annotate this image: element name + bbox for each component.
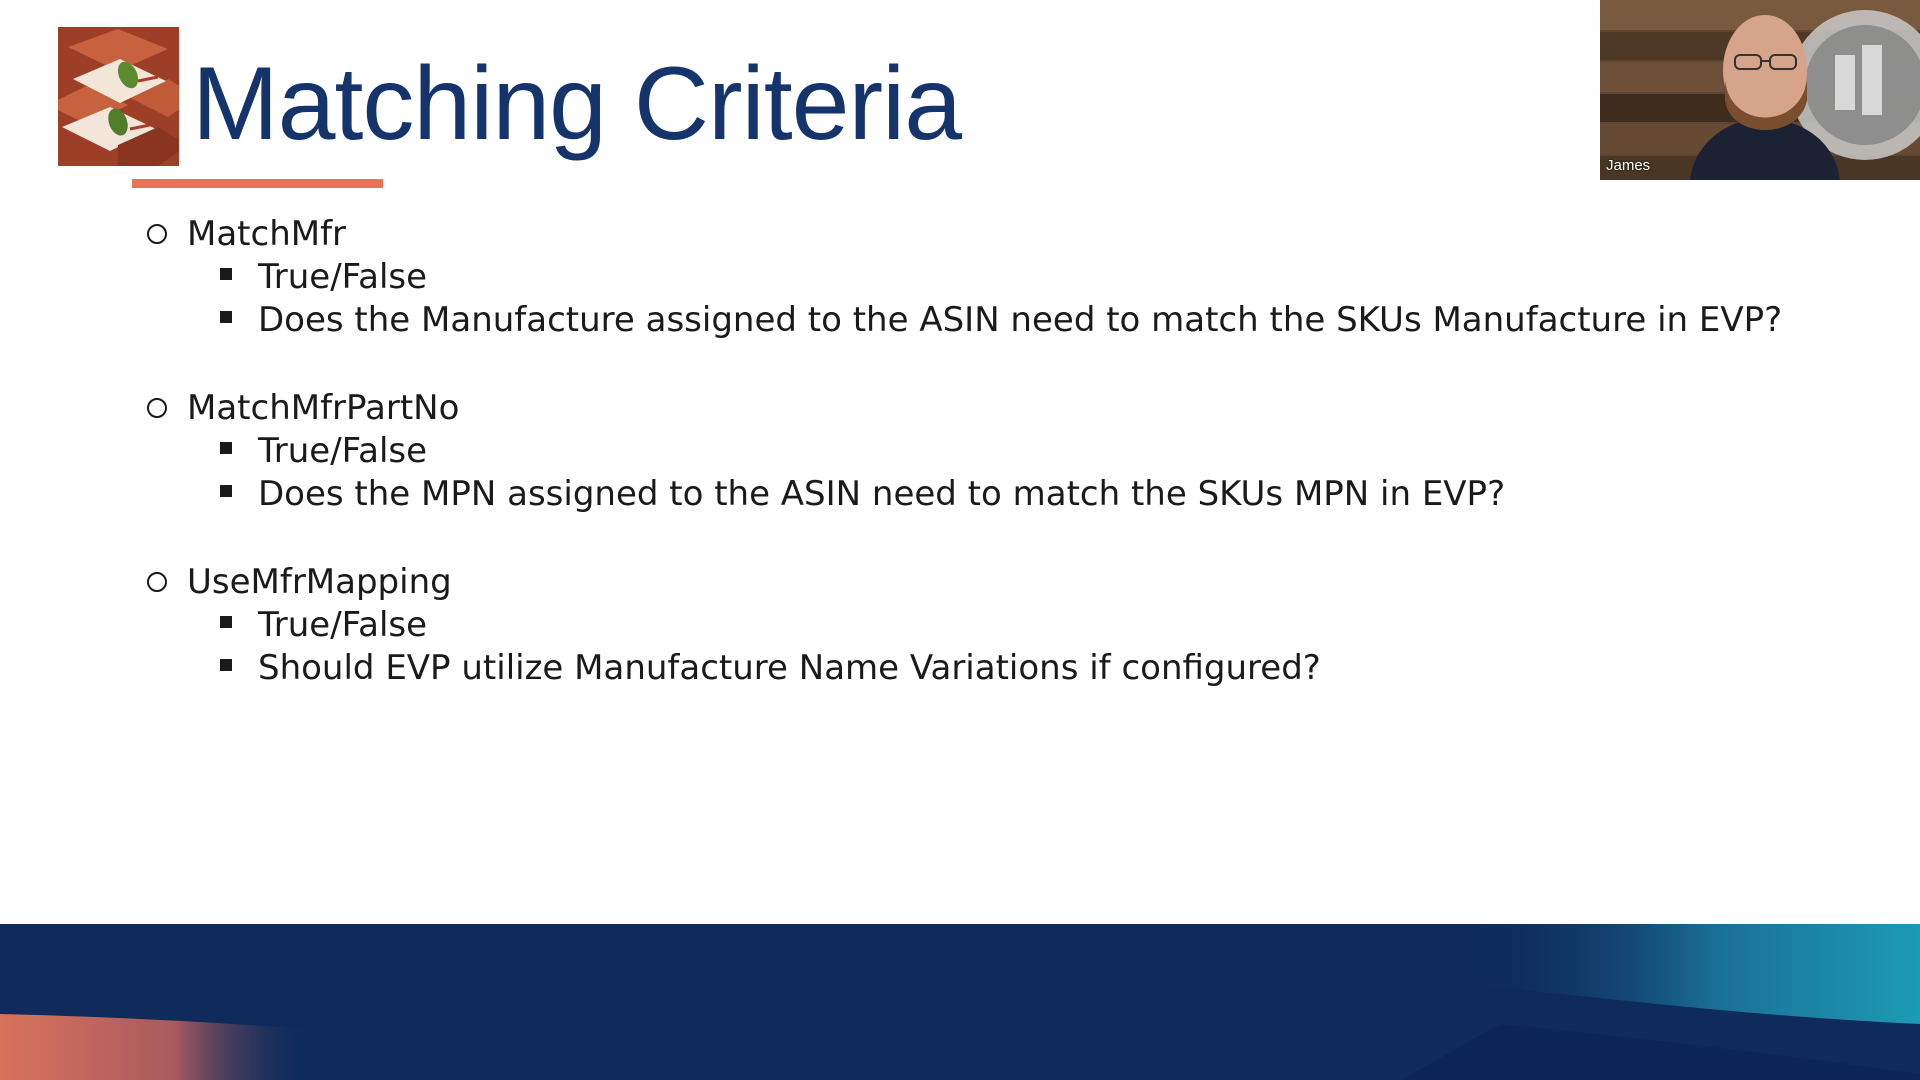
presentation-slide: Matching Criteria MatchMfr True/False Do… — [0, 0, 1920, 1080]
list-item-text: True/False — [258, 257, 428, 297]
list-item: True/False — [220, 256, 1704, 299]
section-label: MatchMfrPartNo — [187, 388, 460, 428]
square-bullet-icon — [220, 658, 232, 671]
list-item: Does the Manufacture assigned to the ASI… — [220, 299, 1782, 342]
slide-title: Matching Criteria — [192, 46, 962, 162]
participant-name: James — [1606, 157, 1651, 174]
list-item-text: True/False — [258, 605, 428, 645]
section-label: MatchMfr — [187, 214, 347, 254]
title-underline — [132, 179, 383, 188]
list-item: Should EVP utilize Manufacture Name Vari… — [220, 647, 1704, 690]
circle-bullet-icon — [147, 572, 167, 592]
square-bullet-icon — [220, 615, 232, 628]
list-item-text: Does the Manufacture assigned to the ASI… — [258, 300, 1783, 340]
list-item: True/False — [220, 604, 1704, 647]
list-item: Does the MPN assigned to the ASIN need t… — [220, 473, 1704, 516]
logo-image — [58, 27, 179, 166]
decorative-footer-band — [0, 924, 1920, 1080]
section-usemfrmapping: UseMfrMapping True/False Should EVP util… — [144, 560, 1704, 690]
section-label: UseMfrMapping — [187, 562, 452, 602]
section-matchmfrpartno: MatchMfrPartNo True/False Does the MPN a… — [144, 386, 1704, 516]
list-item-text: Should EVP utilize Manufacture Name Vari… — [258, 648, 1321, 688]
square-bullet-icon — [220, 310, 232, 323]
list-item-text: Does the MPN assigned to the ASIN need t… — [258, 474, 1506, 514]
square-bullet-icon — [220, 441, 232, 454]
webcam-video: James — [1600, 0, 1920, 180]
section-matchmfr: MatchMfr True/False Does the Manufacture… — [144, 212, 1782, 342]
list-item: True/False — [220, 430, 1704, 473]
circle-bullet-icon — [147, 224, 167, 244]
list-item-text: True/False — [258, 431, 428, 471]
circle-bullet-icon — [147, 398, 167, 418]
bullet-list: MatchMfr True/False Does the Manufacture… — [144, 212, 1782, 734]
square-bullet-icon — [220, 267, 232, 280]
square-bullet-icon — [220, 484, 232, 497]
